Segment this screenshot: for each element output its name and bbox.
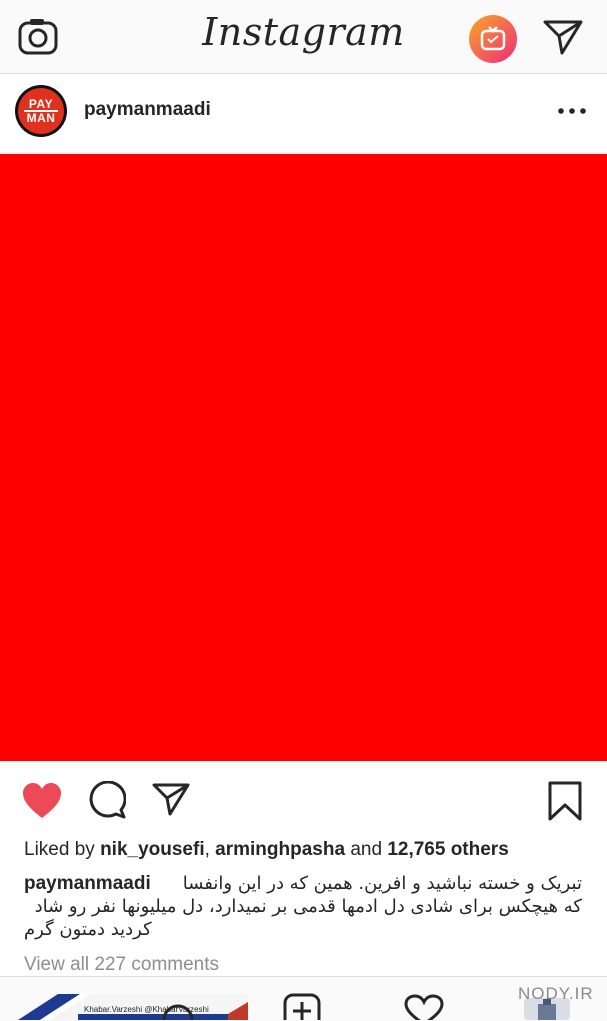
liker-username[interactable]: nik_yousefi <box>100 839 205 860</box>
avatar-image: PAY MAN <box>18 88 64 134</box>
caption-line: کردید دمتون گرم <box>24 919 152 940</box>
search-icon[interactable] <box>158 994 198 1020</box>
view-all-comments-link[interactable]: View all 227 comments <box>24 954 219 976</box>
top-bar: Instagram <box>0 0 607 74</box>
avatar-text-top: PAY <box>28 97 54 111</box>
direct-message-icon[interactable] <box>542 18 584 56</box>
more-options-icon[interactable] <box>558 108 586 114</box>
post-image[interactable] <box>0 154 607 761</box>
likes-count[interactable]: 12,765 others <box>387 839 508 860</box>
watermark-text: NODY.IR <box>518 984 594 1003</box>
caption-text: تبریک و خسته نباشید و افرین. همین که در … <box>24 872 582 941</box>
likes-separator: , <box>204 839 210 860</box>
avatar-text-bottom: MAN <box>26 111 56 125</box>
avatar-divider <box>24 110 58 112</box>
comment-icon[interactable] <box>88 781 126 819</box>
likes-prefix: Liked by <box>24 839 95 860</box>
post-username[interactable]: paymanmaadi <box>84 99 211 121</box>
liker-username[interactable]: arminghpasha <box>215 839 345 860</box>
heart-icon[interactable] <box>21 782 63 820</box>
caption-line: تبریک و خسته نباشید و افرین. همین که در … <box>182 873 582 894</box>
share-icon[interactable] <box>152 782 190 816</box>
bookmark-icon[interactable] <box>548 781 582 821</box>
add-post-icon[interactable] <box>282 992 322 1020</box>
avatar[interactable]: PAY MAN <box>15 85 67 137</box>
likes-line: Liked by nik_yousefi, arminghpasha and 1… <box>24 839 509 861</box>
activity-heart-icon[interactable] <box>402 994 446 1020</box>
caption-line: که هیچکس برای شادی دل ادمها قدمی بر نمید… <box>34 896 582 917</box>
igtv-icon[interactable] <box>468 14 518 64</box>
likes-and: and <box>350 839 383 860</box>
